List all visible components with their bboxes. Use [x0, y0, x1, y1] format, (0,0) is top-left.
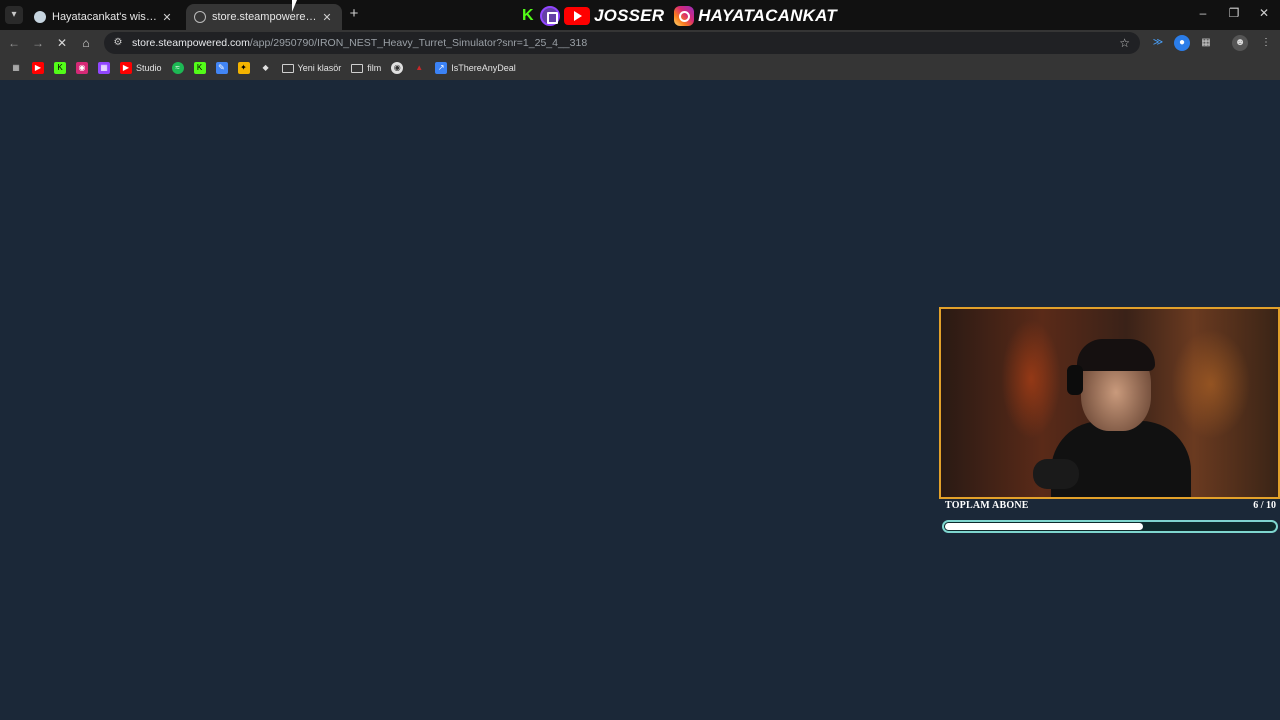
edit-icon: ✎ — [215, 62, 228, 74]
tab-store-page[interactable]: store.steampowered.com/app/2 ✕ — [186, 4, 342, 30]
instagram-icon: ◉ — [76, 62, 88, 74]
close-window-button[interactable]: ✕ — [1254, 6, 1274, 20]
youtube-icon: ▶ — [32, 62, 44, 74]
browser-chrome: ▾ Hayatacankat's wishlist ✕ store.steamp… — [0, 0, 1280, 80]
navigation-toolbar: ← → ✕ ⌂ ⚙ store.steampowered.com/app/295… — [0, 30, 1280, 56]
diamond-icon: ◆ — [262, 63, 269, 72]
channel-name: JOSSER — [594, 6, 665, 25]
home-button[interactable]: ⌂ — [77, 34, 95, 52]
circle-icon: ◉ — [391, 62, 404, 74]
bookmark-instagram[interactable]: ◉ — [72, 58, 92, 78]
folder-icon — [351, 63, 364, 73]
profile-avatar[interactable]: ☻ — [1232, 35, 1248, 51]
extension-icon[interactable]: ● — [1174, 35, 1190, 51]
extension-icon[interactable]: ≫ — [1150, 35, 1166, 51]
tab-search-button[interactable]: ▾ — [5, 6, 23, 24]
bookmark-shoe[interactable]: ▲ — [409, 58, 429, 78]
subscriber-goal-count: 6 / 10 — [1253, 500, 1276, 511]
extensions-puzzle-icon[interactable]: ▦ — [1198, 35, 1214, 51]
subscriber-goal-label: TOPLAM ABONE — [945, 500, 1029, 511]
bookmark-twitch[interactable]: ▦ — [94, 58, 114, 78]
spotify-icon: ≈ — [171, 62, 184, 74]
kick-icon: K — [522, 7, 534, 24]
tab-title: Hayatacankat's wishlist — [52, 11, 160, 23]
youtube-studio-icon: ▶ — [120, 62, 132, 74]
new-tab-button[interactable]: + — [346, 5, 362, 23]
apps-grid-icon[interactable]: ▦ — [6, 58, 26, 78]
microphone — [1033, 459, 1079, 489]
restore-button[interactable]: ❐ — [1224, 6, 1244, 20]
isthereanydeal-icon: ↗ — [435, 62, 448, 74]
url-text: store.steampowered.com/app/2950790/IRON_… — [132, 37, 588, 49]
bookmark-spotify[interactable]: ≈ — [168, 58, 188, 78]
close-icon[interactable]: ✕ — [160, 11, 174, 24]
bookmark-diamond[interactable]: ◆ — [256, 58, 276, 78]
back-button[interactable]: ← — [5, 34, 23, 52]
subscriber-goal-bar — [942, 520, 1278, 533]
bookmark-kick[interactable]: K — [50, 58, 70, 78]
tab-wishlist[interactable]: Hayatacankat's wishlist ✕ — [26, 4, 182, 30]
bookmark-kick-2[interactable]: K — [190, 58, 210, 78]
bookmark-ai[interactable]: ✦ — [234, 58, 254, 78]
kick-icon: K — [193, 62, 206, 74]
stop-loading-button[interactable]: ✕ — [53, 34, 71, 52]
bookmark-youtube[interactable]: ▶ — [28, 58, 48, 78]
bookmark-folder-yeni-klasor[interactable]: Yeni klasör — [278, 58, 346, 78]
close-icon[interactable]: ✕ — [320, 11, 334, 24]
mouse-cursor — [292, 0, 302, 12]
ai-icon: ✦ — [237, 62, 250, 74]
steam-icon — [34, 11, 46, 23]
forward-button[interactable]: → — [29, 34, 47, 52]
tab-title: store.steampowered.com/app/2 — [212, 11, 320, 23]
kick-icon: K — [54, 62, 66, 74]
folder-icon — [281, 63, 294, 73]
subscriber-goal-fill — [945, 523, 1143, 530]
bookmark-folder-film[interactable]: film — [347, 58, 385, 78]
address-bar[interactable]: ⚙ store.steampowered.com/app/2950790/IRO… — [104, 32, 1140, 54]
instagram-handle: HAYATACANKAT — [698, 6, 837, 25]
webcam-overlay — [939, 307, 1280, 499]
instagram-icon — [674, 6, 695, 26]
twitch-icon — [540, 6, 560, 26]
shoe-icon: ▲ — [415, 63, 424, 72]
bookmark-edit[interactable]: ✎ — [212, 58, 232, 78]
twitch-icon: ▦ — [98, 62, 110, 74]
bookmarks-bar: ▦ ▶ K ◉ ▦ ▶ Studio ≈ K ✎ ✦ ◆ Yeni klasör … — [0, 56, 1280, 80]
bookmark-star-icon[interactable]: ☆ — [1119, 36, 1130, 50]
tab-strip: ▾ Hayatacankat's wishlist ✕ store.steamp… — [0, 0, 1280, 30]
globe-icon — [194, 11, 206, 23]
stream-brand-overlay: K JOSSER HAYATACANKAT — [522, 4, 837, 28]
minimize-button[interactable]: – — [1193, 6, 1213, 20]
bookmark-isthereanydeal[interactable]: ↗ IsThereAnyDeal — [431, 58, 520, 78]
menu-kebab-icon[interactable]: ⋮ — [1258, 35, 1274, 51]
youtube-icon — [564, 7, 590, 25]
bookmark-studio[interactable]: ▶ Studio — [116, 58, 166, 78]
site-info-icon[interactable]: ⚙ — [112, 37, 124, 49]
bookmark-circle[interactable]: ◉ — [387, 58, 407, 78]
